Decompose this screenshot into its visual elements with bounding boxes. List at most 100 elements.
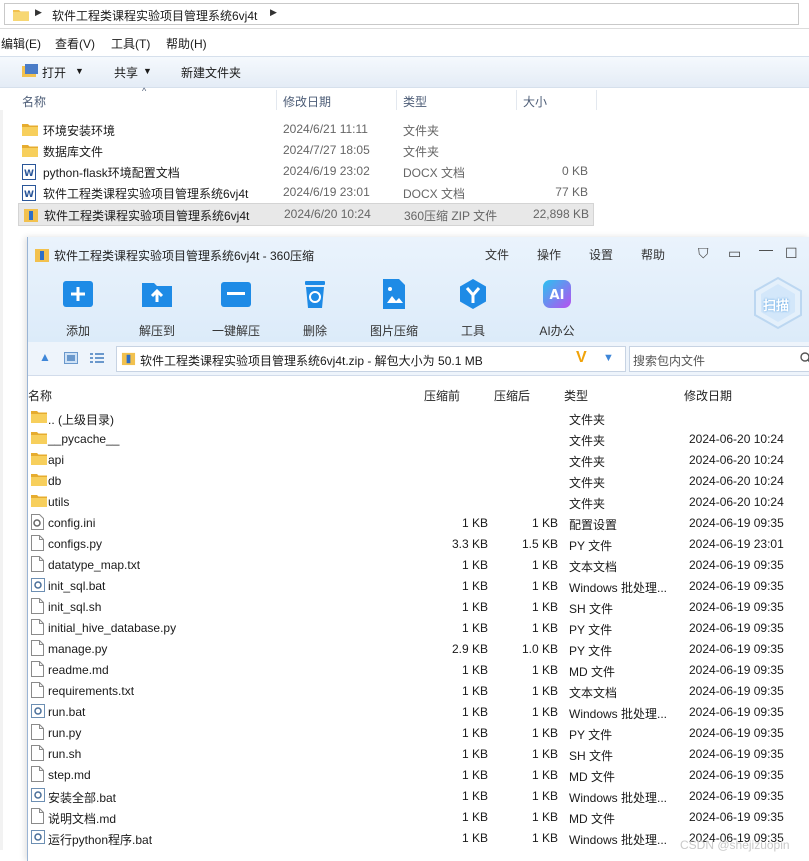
breadcrumb-arrow-icon[interactable]: ▶ bbox=[270, 7, 277, 18]
column-size[interactable]: 大小 bbox=[523, 93, 547, 110]
folder-icon bbox=[31, 493, 47, 510]
file-type: 文件夹 bbox=[569, 497, 606, 511]
size-after: 1 KB bbox=[531, 789, 558, 803]
table-row[interactable]: initial_hive_database.py 1 KB 1 KB PY 文件 202… bbox=[28, 617, 809, 638]
scan-button[interactable]: 扫描 bbox=[750, 275, 806, 331]
file-name: datatype_map.txt bbox=[48, 558, 141, 572]
svg-text:W: W bbox=[24, 169, 34, 179]
file-name: 数据库文件 bbox=[43, 145, 104, 159]
breadcrumb[interactable]: 软件工程类课程实验项目管理系统6vj4t bbox=[52, 7, 257, 24]
one-click-extract-button[interactable]: 一键解压 bbox=[201, 277, 271, 339]
file-type: 文件夹 bbox=[569, 413, 606, 427]
file-icon bbox=[31, 766, 44, 785]
menu-tools[interactable]: 工具(T) bbox=[111, 35, 150, 52]
column-type[interactable]: 类型 bbox=[403, 93, 427, 110]
address-bar[interactable]: ▶ 软件工程类课程实验项目管理系统6vj4t ▶ bbox=[0, 0, 809, 29]
table-row[interactable]: 安装全部.bat 1 KB 1 KB Windows 批处理... 2024-06-19… bbox=[28, 785, 809, 806]
tool-label: 删除 bbox=[302, 324, 327, 338]
menu-edit[interactable]: 编辑(E) bbox=[1, 35, 41, 52]
folder-icon bbox=[31, 430, 47, 447]
search-icon[interactable] bbox=[800, 352, 809, 365]
menu-help[interactable]: 帮助(H) bbox=[166, 35, 207, 52]
breadcrumb-arrow-icon[interactable]: ▶ bbox=[35, 7, 42, 18]
size-before: 1 KB bbox=[461, 600, 488, 614]
delete-button[interactable]: 删除 bbox=[280, 277, 350, 339]
file-type: 文本文档 bbox=[569, 560, 618, 574]
archive-list-header: 名称 压缩前 压缩后 类型 修改日期 bbox=[28, 385, 809, 405]
list-item[interactable]: Wpython-flask环境配置文档 2024/6/19 23:02 DOCX 文… bbox=[18, 161, 592, 182]
zip-archive-icon bbox=[35, 249, 49, 262]
table-row[interactable]: .. (上级目录) 文件夹 bbox=[28, 407, 809, 428]
column-before[interactable]: 压缩前 bbox=[424, 387, 460, 404]
list-item[interactable]: W 软件工程类课程实验项目管理系统6vj4t 2024/6/19 23:01 DOCX… bbox=[18, 182, 592, 203]
tool-label: AI办公 bbox=[539, 324, 575, 338]
menu-help[interactable]: 帮助 bbox=[641, 246, 665, 263]
column-name[interactable]: 名称 bbox=[28, 387, 52, 404]
svg-text:AI: AI bbox=[550, 288, 565, 303]
file-name: run.bat bbox=[48, 705, 86, 719]
size-before: 2.9 KB bbox=[451, 642, 488, 656]
column-date[interactable]: 修改日期 bbox=[684, 387, 732, 404]
file-type: Windows 批处理... bbox=[569, 581, 668, 595]
v-logo-icon[interactable]: V bbox=[576, 349, 587, 367]
folder-icon bbox=[31, 409, 47, 426]
feedback-icon[interactable]: ▭ bbox=[728, 245, 741, 262]
size-after: 1 KB bbox=[531, 558, 558, 572]
image-compress-button[interactable]: 图片压缩 bbox=[359, 277, 429, 339]
size-after: 1 KB bbox=[531, 516, 558, 530]
file-type: MD 文件 bbox=[569, 665, 615, 679]
column-name[interactable]: 名称 bbox=[22, 93, 46, 110]
extract-to-button[interactable]: 解压到 bbox=[122, 277, 192, 339]
skin-icon[interactable]: ⛉ bbox=[698, 245, 709, 262]
view-list-icon[interactable] bbox=[90, 352, 104, 364]
table-row[interactable]: 说明文档.md 1 KB 1 KB MD 文件 2024-06-19 09:35 bbox=[28, 806, 809, 827]
file-name: manage.py bbox=[48, 642, 108, 656]
archive-path-field[interactable]: 软件工程类课程实验项目管理系统6vj4t.zip - 解包大小为 50.1 MB… bbox=[116, 346, 626, 372]
file-name: 环境安装环境 bbox=[43, 124, 116, 138]
table-row[interactable]: datatype_map.txt 1 KB 1 KB 文本文档 2024-06-19 0… bbox=[28, 554, 809, 575]
menu-file[interactable]: 文件 bbox=[485, 246, 509, 263]
add-button[interactable]: 添加 bbox=[43, 277, 113, 339]
list-item[interactable]: 环境安装环境 2024/6/21 11:11 文件夹 bbox=[18, 119, 592, 140]
table-row[interactable]: manage.py 2.9 KB 1.0 KB PY 文件 2024-06-19 09:… bbox=[28, 638, 809, 659]
search-input[interactable]: 搜索包内文件 bbox=[629, 346, 809, 372]
column-after[interactable]: 压缩后 bbox=[494, 387, 530, 404]
table-row[interactable]: run.bat 1 KB 1 KB Windows 批处理... 2024-06-19 … bbox=[28, 701, 809, 722]
menu-settings[interactable]: 设置 bbox=[589, 246, 613, 263]
file-name: python-flask环境配置文档 bbox=[43, 166, 180, 180]
tools-button[interactable]: 工具 bbox=[438, 277, 508, 339]
column-date[interactable]: 修改日期 bbox=[283, 93, 331, 110]
minimize-icon[interactable]: — bbox=[759, 241, 773, 257]
table-row[interactable]: db 文件夹 2024-06-20 10:24 bbox=[28, 470, 809, 491]
table-row[interactable]: config.ini 1 KB 1 KB 配置设置 2024-06-19 09:35 bbox=[28, 512, 809, 533]
menu-view[interactable]: 查看(V) bbox=[55, 35, 95, 52]
up-arrow-icon[interactable]: ▲ bbox=[39, 350, 51, 364]
table-row[interactable]: run.py 1 KB 1 KB PY 文件 2024-06-19 09:35 bbox=[28, 722, 809, 743]
table-row[interactable]: requirements.txt 1 KB 1 KB 文本文档 2024-06-19 0… bbox=[28, 680, 809, 701]
file-name: configs.py bbox=[48, 537, 103, 551]
column-type[interactable]: 类型 bbox=[564, 387, 588, 404]
tool-label: 工具 bbox=[460, 324, 485, 338]
table-row[interactable]: api 文件夹 2024-06-20 10:24 bbox=[28, 449, 809, 470]
table-row[interactable]: run.sh 1 KB 1 KB SH 文件 2024-06-19 09:35 bbox=[28, 743, 809, 764]
table-row[interactable]: readme.md 1 KB 1 KB MD 文件 2024-06-19 09:35 bbox=[28, 659, 809, 680]
pane-edge bbox=[0, 110, 3, 850]
ai-office-button[interactable]: AI AI办公 bbox=[522, 277, 592, 339]
table-row[interactable]: __pycache__ 文件夹 2024-06-20 10:24 bbox=[28, 428, 809, 449]
new-folder-button[interactable]: 新建文件夹 bbox=[181, 64, 241, 81]
table-row[interactable]: init_sql.sh 1 KB 1 KB SH 文件 2024-06-19 09:35 bbox=[28, 596, 809, 617]
file-name: db bbox=[48, 474, 62, 488]
table-row[interactable]: init_sql.bat 1 KB 1 KB Windows 批处理... 2024-0… bbox=[28, 575, 809, 596]
menu-operate[interactable]: 操作 bbox=[537, 246, 561, 263]
table-row[interactable]: utils 文件夹 2024-06-20 10:24 bbox=[28, 491, 809, 512]
size-after: 1 KB bbox=[531, 621, 558, 635]
table-row[interactable]: step.md 1 KB 1 KB MD 文件 2024-06-19 09:35 bbox=[28, 764, 809, 785]
file-type: 文件夹 bbox=[569, 434, 606, 448]
view-thumbnail-icon[interactable] bbox=[64, 352, 78, 364]
list-item[interactable]: 数据库文件 2024/7/27 18:05 文件夹 bbox=[18, 140, 592, 161]
maximize-icon[interactable]: ☐ bbox=[785, 245, 798, 262]
table-row[interactable]: configs.py 3.3 KB 1.5 KB PY 文件 2024-06-19 23… bbox=[28, 533, 809, 554]
size-before: 1 KB bbox=[461, 747, 488, 761]
chevron-down-icon[interactable]: ▼ bbox=[603, 352, 614, 364]
list-item[interactable]: 软件工程类课程实验项目管理系统6vj4t 2024/6/20 10:24 360压缩… bbox=[18, 203, 594, 226]
